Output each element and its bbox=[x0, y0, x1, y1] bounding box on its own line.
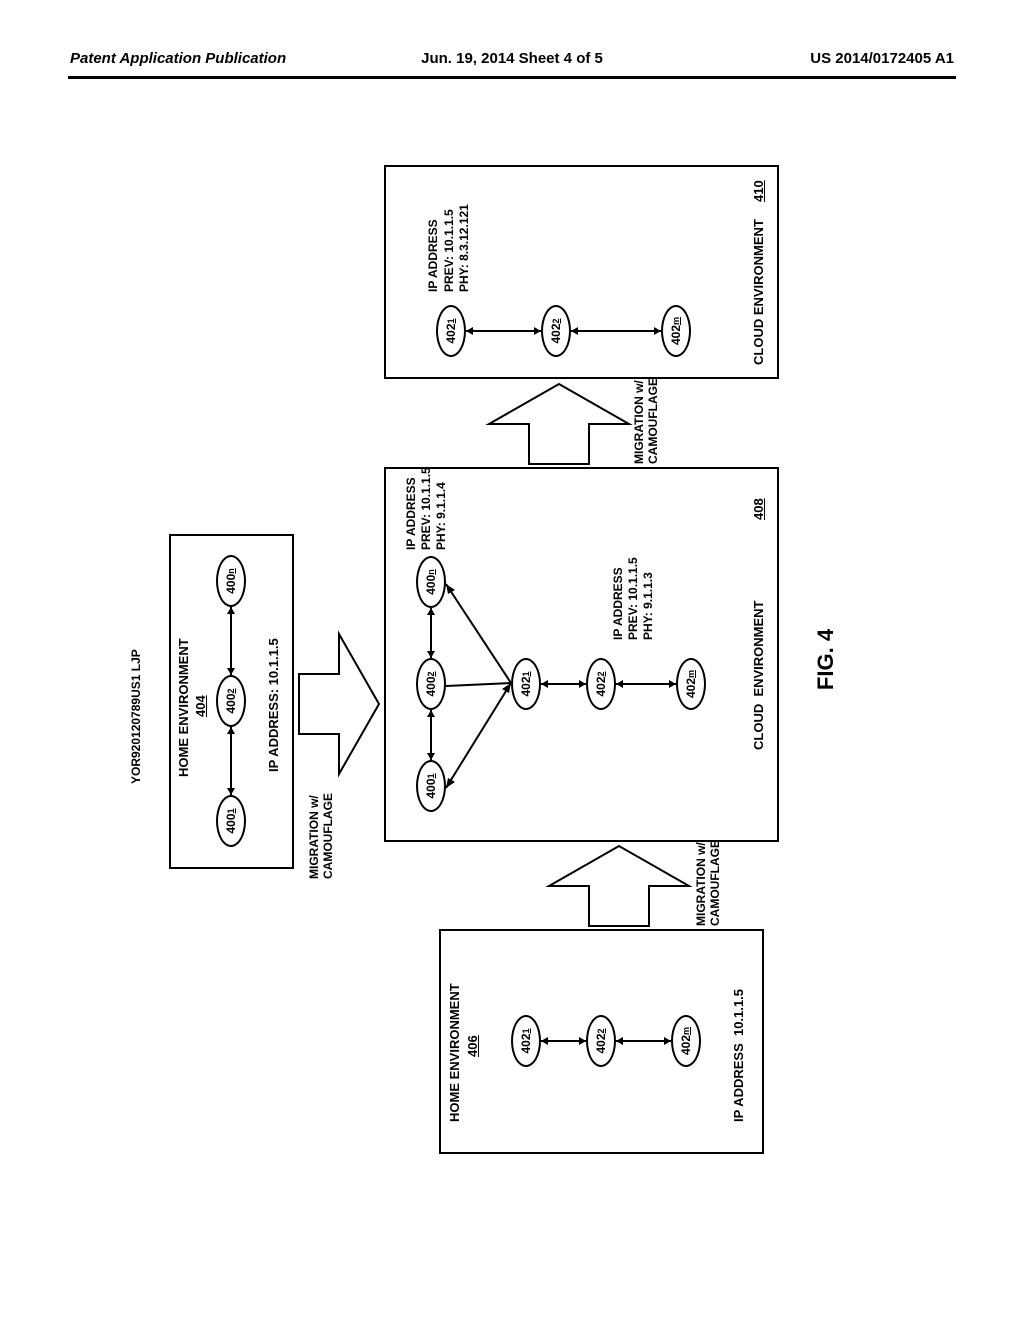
cloud410-title: CLOUD ENVIRONMENT bbox=[751, 219, 766, 365]
node-400-n-cloud408: 400n bbox=[416, 556, 446, 608]
box-home-404: HOME ENVIRONMENT 404 4001 4002 400n IP A… bbox=[169, 534, 294, 869]
doc-number: YOR920120789US1 LJP bbox=[129, 649, 143, 784]
node-400-n-home404: 400n bbox=[216, 555, 246, 607]
diagram-rotated: YOR920120789US1 LJP HOME ENVIRONMENT 404… bbox=[129, 165, 894, 1154]
page: Patent Application Publication Jun. 19, … bbox=[0, 0, 1024, 1320]
node-402-1-home406: 4021 bbox=[511, 1015, 541, 1067]
home-404-ref: 404 bbox=[193, 695, 208, 717]
node-402-m-cloud408: 402m bbox=[676, 658, 706, 710]
cloud410-ref: 410 bbox=[751, 180, 766, 202]
cloud408-ip-b: IP ADDRESS PREV: 10.1.1.5 PHY: 9.1.1.3 bbox=[611, 557, 656, 640]
connector-home404 bbox=[229, 607, 233, 795]
connector-home406 bbox=[541, 1039, 671, 1043]
node-402-1-cloud408: 4021 bbox=[511, 658, 541, 710]
migration-label-406-408: MIGRATION w/ CAMOUFLAGE bbox=[694, 840, 722, 926]
migration-label-404-408: MIGRATION w/ CAMOUFLAGE bbox=[307, 793, 335, 879]
cloud408-ip-a: IP ADDRESS PREV: 10.1.1.5 PHY: 9.1.1.4 bbox=[404, 467, 449, 550]
node-402-m-home406: 402m bbox=[671, 1015, 701, 1067]
migration-arrow-408-to-410 bbox=[489, 384, 629, 464]
cloud408-ref: 408 bbox=[751, 498, 766, 520]
node-400-1-cloud408: 4001 bbox=[416, 760, 446, 812]
home-406-ip: IP ADDRESS 10.1.1.5 bbox=[731, 989, 746, 1122]
migration-arrow-404-to-408 bbox=[299, 634, 379, 774]
figure-label: FIG. 4 bbox=[813, 165, 839, 1154]
migration-arrow-406-to-408 bbox=[549, 846, 689, 926]
cloud408-title: CLOUD ENVIRONMENT bbox=[751, 601, 766, 751]
connector-402-cloud408 bbox=[541, 682, 676, 686]
header-right: US 2014/0172405 A1 bbox=[810, 50, 954, 67]
node-400-1-home404: 4001 bbox=[216, 795, 246, 847]
home-406-ref: 406 bbox=[465, 1035, 480, 1057]
box-cloud-410: 4021 4022 402m IP ADDRESS PREV: 10.1.1.5… bbox=[384, 165, 779, 379]
home-404-title: HOME ENVIRONMENT bbox=[176, 638, 191, 777]
connector-400-cloud408 bbox=[429, 608, 433, 760]
node-402-m-cloud410: 402m bbox=[661, 305, 691, 357]
box-home-406: HOME ENVIRONMENT 406 4021 4022 402m IP A… bbox=[439, 929, 764, 1154]
connector-cross-cloud408 bbox=[446, 578, 516, 788]
home-404-ip: IP ADDRESS: 10.1.1.5 bbox=[266, 638, 281, 772]
node-402-1-cloud410: 4021 bbox=[436, 305, 466, 357]
migration-label-408-410: MIGRATION w/ CAMOUFLAGE bbox=[632, 378, 660, 464]
home-406-title: HOME ENVIRONMENT bbox=[447, 983, 462, 1122]
header-rule bbox=[68, 76, 956, 79]
box-cloud-408: 4001 4002 400n IP ADDRESS PREV: 10.1.1.5… bbox=[384, 467, 779, 842]
cloud410-ip: IP ADDRESS PREV: 10.1.1.5 PHY: 8.3.12.12… bbox=[426, 204, 473, 292]
connector-402-cloud410 bbox=[466, 329, 661, 333]
diagram-container: YOR920120789US1 LJP HOME ENVIRONMENT 404… bbox=[129, 165, 894, 1154]
